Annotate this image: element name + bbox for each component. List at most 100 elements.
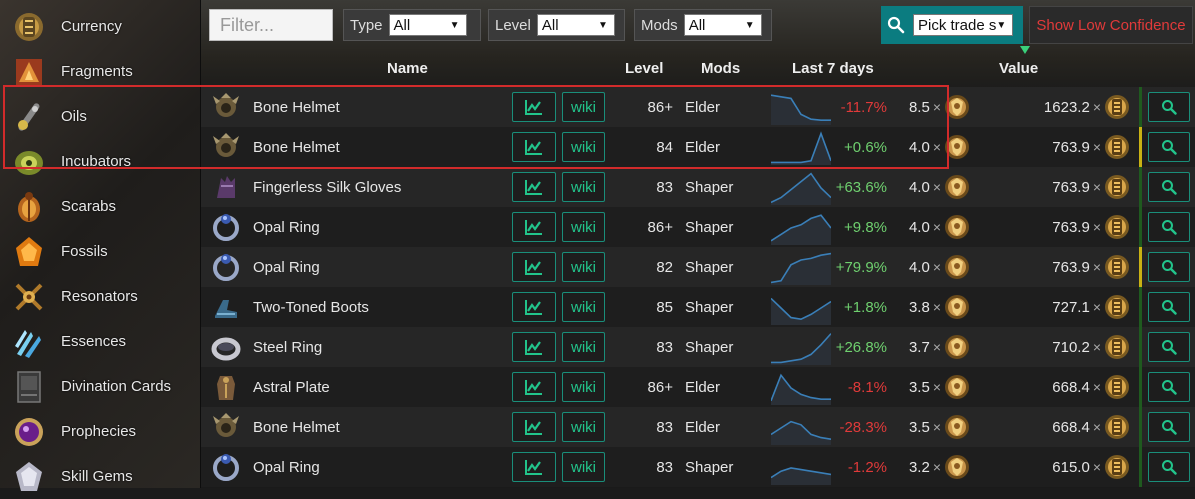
trade-search-button[interactable] <box>1148 332 1190 362</box>
header-mods[interactable]: Mods <box>701 60 740 77</box>
chaos-orb-icon <box>1105 255 1129 279</box>
exalted-amount: 4.0 <box>908 258 930 276</box>
item-name[interactable]: Opal Ring <box>253 247 320 287</box>
item-name[interactable]: Two-Toned Boots <box>253 287 369 327</box>
wiki-button[interactable]: wiki <box>562 132 605 162</box>
chaos-amount: 1623.2 <box>1043 98 1090 116</box>
filter-input[interactable] <box>209 9 333 41</box>
price-chart-button[interactable] <box>512 132 556 162</box>
level-select[interactable]: All ▼ <box>536 14 615 36</box>
trade-search-button[interactable] <box>1148 372 1190 402</box>
item-icon <box>217 376 235 400</box>
item-name[interactable]: Opal Ring <box>253 207 320 247</box>
exalted-amount: 4.0 <box>908 178 930 196</box>
sidebar-item-currency[interactable]: Currency <box>0 4 200 49</box>
sidebar-item-prophecies[interactable]: Prophecies <box>0 409 200 454</box>
chaos-value: 668.4 × <box>1052 378 1101 396</box>
trade-search-button[interactable] <box>1148 292 1190 322</box>
exalted-amount: 8.5 <box>908 98 930 116</box>
chart-icon <box>525 140 542 155</box>
chaos-orb-icon <box>1105 335 1129 359</box>
price-chart-button[interactable] <box>512 332 556 362</box>
item-name[interactable]: Astral Plate <box>253 367 330 407</box>
trade-search-button[interactable] <box>1148 172 1190 202</box>
show-low-confidence-button[interactable]: Show Low Confidence <box>1029 6 1193 44</box>
confidence-bar <box>1139 87 1142 127</box>
trade-select[interactable]: Pick trade s ▼ <box>913 14 1013 36</box>
sidebar-item-resonators[interactable]: Resonators <box>0 274 200 319</box>
trade-search-button[interactable] <box>1148 132 1190 162</box>
price-chart-button[interactable] <box>512 452 556 482</box>
price-change: +26.8% <box>835 338 887 356</box>
table-row: Opal Ring wiki 83 Shaper -1.2% 3.2 × 615.0 × <box>201 447 1195 487</box>
search-icon <box>1162 420 1177 435</box>
sidebar-item-skill-gems[interactable]: Skill Gems <box>0 454 200 499</box>
exalted-value: 4.0 × <box>908 258 941 276</box>
header-name[interactable]: Name <box>387 60 428 77</box>
item-name[interactable]: Bone Helmet <box>253 87 340 127</box>
wiki-button[interactable]: wiki <box>562 332 605 362</box>
price-chart-button[interactable] <box>512 372 556 402</box>
price-chart-button[interactable] <box>512 92 556 122</box>
chaos-orb-icon <box>1105 175 1129 199</box>
wiki-button[interactable]: wiki <box>562 412 605 442</box>
price-chart-button[interactable] <box>512 292 556 322</box>
sidebar-item-fragments[interactable]: Fragments <box>0 49 200 94</box>
item-icon <box>211 337 241 361</box>
price-chart-button[interactable] <box>512 252 556 282</box>
price-chart-button[interactable] <box>512 212 556 242</box>
exalted-amount: 4.0 <box>908 218 930 236</box>
sidebar-item-essences[interactable]: Essences <box>0 319 200 364</box>
price-chart-button[interactable] <box>512 412 556 442</box>
wiki-button[interactable]: wiki <box>562 172 605 202</box>
level-filter: Level All ▼ <box>488 9 625 41</box>
item-name[interactable]: Bone Helmet <box>253 407 340 447</box>
sidebar-item-fossils[interactable]: Fossils <box>0 229 200 274</box>
type-select[interactable]: All ▼ <box>388 14 467 36</box>
wiki-button[interactable]: wiki <box>562 252 605 282</box>
item-level: 82 <box>656 258 673 276</box>
table-row: Fingerless Silk Gloves wiki 83 Shaper +63.6%… <box>201 167 1195 207</box>
price-chart-button[interactable] <box>512 172 556 202</box>
sidebar-item-incubators[interactable]: Incubators <box>0 139 200 184</box>
wiki-button[interactable]: wiki <box>562 212 605 242</box>
wiki-button[interactable]: wiki <box>562 372 605 402</box>
sidebar-item-scarabs[interactable]: Scarabs <box>0 184 200 229</box>
exalted-value: 4.0 × <box>908 218 941 236</box>
search-icon <box>1162 460 1177 475</box>
trade-search-button[interactable] <box>1148 252 1190 282</box>
trade-search-button[interactable] <box>1148 412 1190 442</box>
wiki-button[interactable]: wiki <box>562 452 605 482</box>
price-change: +0.6% <box>844 138 887 156</box>
trade-search-button[interactable] <box>1148 92 1190 122</box>
trade-search-button[interactable] <box>1148 212 1190 242</box>
exalted-orb-icon <box>945 215 969 239</box>
item-mods: Elder <box>685 138 721 156</box>
header-level[interactable]: Level <box>625 60 663 77</box>
exalted-orb-icon <box>945 295 969 319</box>
chaos-value: 668.4 × <box>1052 418 1101 436</box>
header-last-7-days[interactable]: Last 7 days <box>792 60 874 77</box>
exalted-value: 4.0 × <box>908 178 941 196</box>
sidebar-item-label: Oils <box>61 108 87 125</box>
search-icon <box>1162 380 1177 395</box>
search-icon <box>1162 140 1177 155</box>
item-name[interactable]: Bone Helmet <box>253 127 340 167</box>
price-change: +79.9% <box>835 258 887 276</box>
item-name[interactable]: Steel Ring <box>253 327 322 367</box>
sidebar-item-oils[interactable]: Oils <box>0 94 200 139</box>
exalted-orb-icon <box>945 95 969 119</box>
table-row: Steel Ring wiki 83 Shaper +26.8% 3.7 × 710.2 × <box>201 327 1195 367</box>
sidebar-item-label: Fragments <box>61 63 133 80</box>
wiki-button[interactable]: wiki <box>562 92 605 122</box>
type-label: Type <box>350 16 383 34</box>
sidebar-item-divination-cards[interactable]: Divination Cards <box>0 364 200 409</box>
item-name[interactable]: Opal Ring <box>253 447 320 487</box>
trade-search-button[interactable] <box>1148 452 1190 482</box>
item-name[interactable]: Fingerless Silk Gloves <box>253 167 401 207</box>
wiki-button[interactable]: wiki <box>562 292 605 322</box>
item-mods: Elder <box>685 378 721 396</box>
mods-select[interactable]: All ▼ <box>683 14 762 36</box>
item-mods: Shaper <box>685 338 734 356</box>
header-value[interactable]: Value <box>999 60 1038 77</box>
